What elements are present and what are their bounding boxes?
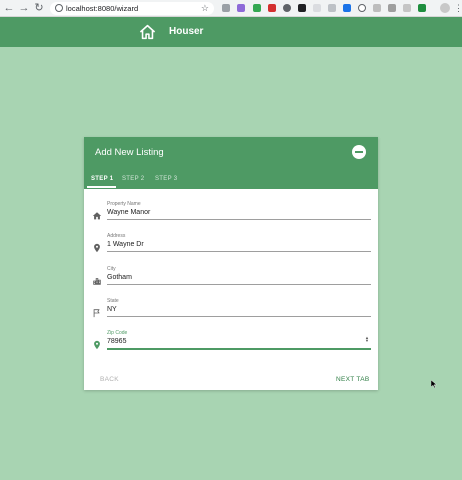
address-field[interactable]: Address 1 Wayne Dr bbox=[84, 230, 378, 260]
tab-step-1[interactable]: STEP 1 bbox=[91, 175, 113, 183]
property-name-field[interactable]: Property Name Wayne Manor bbox=[84, 198, 378, 228]
map-marker-icon bbox=[94, 340, 100, 350]
field-label: Zip Code bbox=[107, 330, 128, 336]
minus-circle-icon[interactable] bbox=[352, 145, 366, 159]
extension-icon[interactable] bbox=[403, 4, 411, 12]
map-marker-icon bbox=[94, 243, 100, 253]
home-icon bbox=[92, 212, 102, 220]
field-label: State bbox=[107, 298, 119, 304]
extension-icon[interactable] bbox=[328, 4, 336, 12]
extension-icon[interactable] bbox=[418, 4, 426, 12]
reload-icon[interactable]: ↻ bbox=[33, 2, 45, 14]
info-icon[interactable] bbox=[55, 4, 63, 12]
profile-avatar-icon[interactable] bbox=[440, 3, 450, 13]
field-label: City bbox=[107, 266, 116, 272]
brand-title[interactable]: Houser bbox=[169, 25, 203, 39]
field-underline bbox=[107, 316, 371, 317]
back-arrow-icon[interactable]: ← bbox=[3, 2, 15, 14]
field-underline bbox=[107, 284, 371, 285]
flag-icon bbox=[93, 309, 100, 318]
forward-arrow-icon[interactable]: → bbox=[18, 2, 30, 14]
state-input[interactable]: NY bbox=[107, 305, 347, 314]
extension-icon[interactable] bbox=[373, 4, 381, 12]
mouse-cursor-icon bbox=[431, 380, 437, 388]
card-title: Add New Listing bbox=[95, 147, 164, 158]
active-tab-indicator bbox=[87, 186, 116, 188]
tab-step-2[interactable]: STEP 2 bbox=[122, 175, 144, 183]
extension-icon[interactable] bbox=[237, 4, 245, 12]
extension-icon[interactable] bbox=[388, 4, 396, 12]
bookmark-star-icon[interactable]: ☆ bbox=[201, 2, 209, 15]
field-label: Address bbox=[107, 233, 126, 239]
address-input[interactable]: 1 Wayne Dr bbox=[107, 240, 347, 249]
extension-icon[interactable] bbox=[283, 4, 291, 12]
zip-code-input[interactable]: 78965 bbox=[107, 337, 347, 346]
address-bar[interactable]: localhost:8080/wizard ☆ bbox=[50, 2, 214, 15]
extension-icon[interactable] bbox=[313, 4, 321, 12]
app-header: Houser bbox=[0, 17, 462, 47]
extension-icon[interactable] bbox=[358, 4, 366, 12]
home-icon[interactable] bbox=[139, 24, 156, 40]
next-tab-button[interactable]: NEXT TAB bbox=[336, 376, 369, 384]
extension-icon[interactable] bbox=[298, 4, 306, 12]
field-underline bbox=[107, 251, 371, 252]
browser-toolbar: ← → ↻ localhost:8080/wizard ☆ ⋮ bbox=[0, 0, 462, 17]
extension-icon[interactable] bbox=[343, 4, 351, 12]
number-spinner-icon[interactable]: ▲ ▼ bbox=[365, 336, 369, 343]
card-header: Add New Listing STEP 1 STEP 2 STEP 3 bbox=[84, 137, 378, 189]
field-underline bbox=[107, 219, 371, 220]
extension-icon[interactable] bbox=[253, 4, 261, 12]
back-button[interactable]: BACK bbox=[100, 376, 119, 384]
field-label: Property Name bbox=[107, 201, 141, 207]
tab-step-3[interactable]: STEP 3 bbox=[155, 175, 177, 183]
add-listing-card: Add New Listing STEP 1 STEP 2 STEP 3 Pro… bbox=[84, 137, 378, 390]
city-field[interactable]: City Gotham bbox=[84, 263, 378, 293]
field-underline bbox=[107, 348, 371, 350]
menu-kebab-icon[interactable]: ⋮ bbox=[454, 1, 462, 15]
zip-code-field[interactable]: Zip Code 78965 ▲ ▼ bbox=[84, 327, 378, 357]
extension-icon[interactable] bbox=[268, 4, 276, 12]
extension-icon[interactable] bbox=[222, 4, 230, 12]
city-icon bbox=[93, 278, 101, 285]
url-text: localhost:8080/wizard bbox=[66, 4, 139, 13]
city-input[interactable]: Gotham bbox=[107, 273, 347, 282]
state-field[interactable]: State NY bbox=[84, 295, 378, 325]
property-name-input[interactable]: Wayne Manor bbox=[107, 208, 347, 217]
